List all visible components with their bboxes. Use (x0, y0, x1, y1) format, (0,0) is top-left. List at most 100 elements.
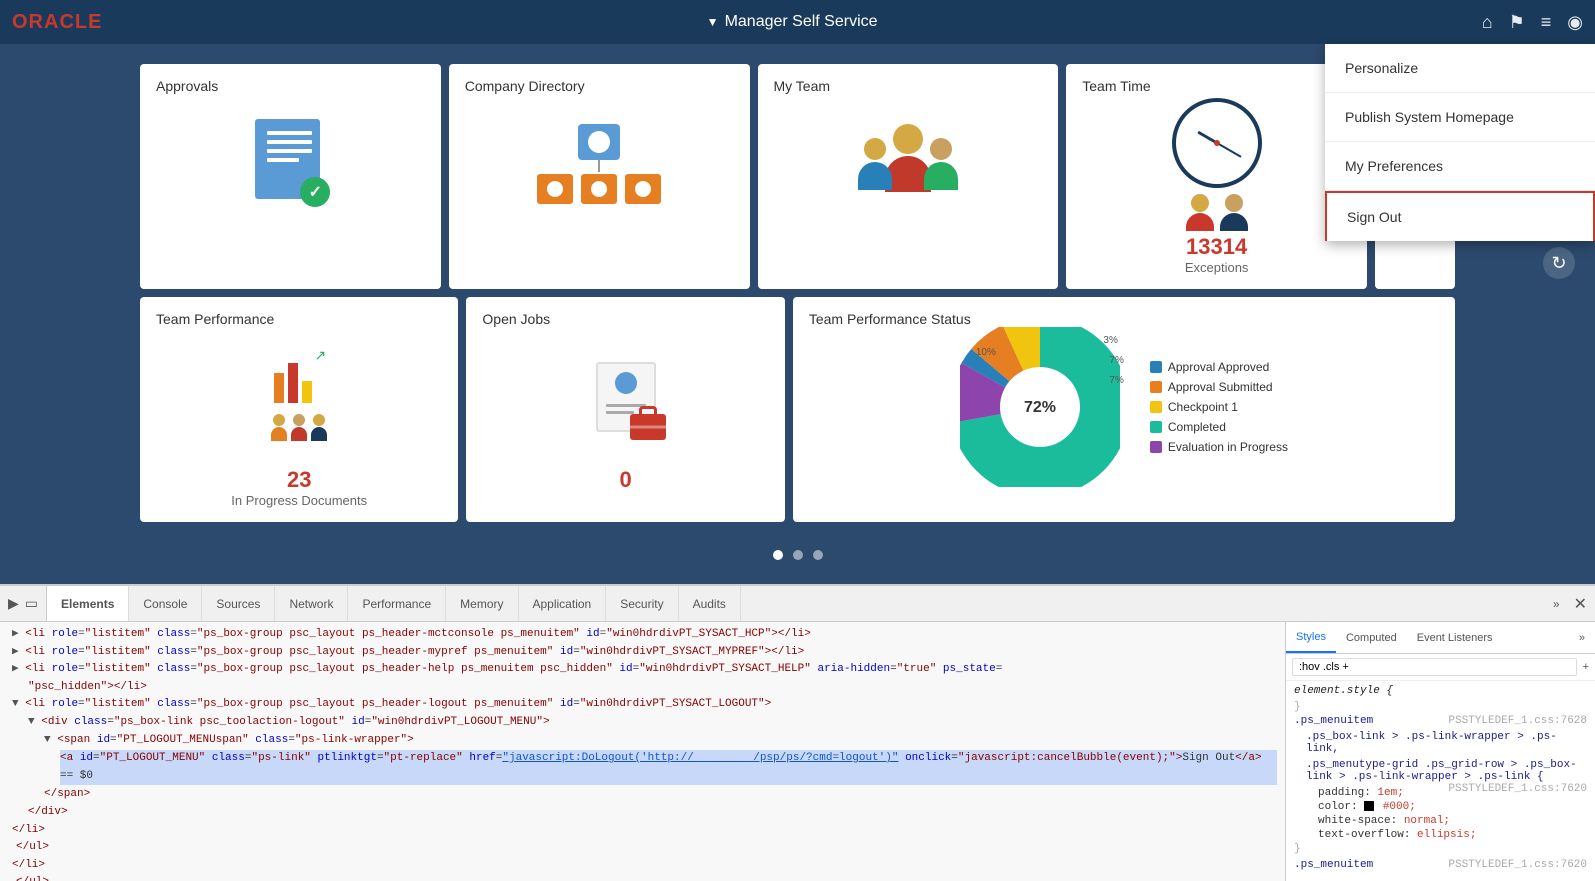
css-rule-ps-menutype: .ps_menutype-grid .ps_grid-row > .ps_box… (1294, 759, 1587, 783)
code-line-3: ▶ <li role="listitem" class="ps_box-grou… (12, 661, 1277, 679)
tiles-row-2: Team Performance ↗ (140, 297, 1455, 522)
devtools-body: ▶ <li role="listitem" class="ps_box-grou… (0, 622, 1595, 881)
tile-open-jobs-number: 0 (482, 467, 768, 493)
code-line-12: </li> (12, 857, 1277, 875)
title-arrow: ▼ (707, 15, 719, 29)
company-directory-icon (537, 124, 661, 204)
menu-item-my-preferences[interactable]: My Preferences (1325, 142, 1595, 191)
devtools-filter-input[interactable] (1292, 658, 1577, 676)
legend-dot-approval-approved (1150, 361, 1162, 373)
css-rule-element: element.style { (1294, 685, 1587, 697)
tile-team-time-title: Team Time (1082, 78, 1351, 94)
tile-team-performance-status[interactable]: Team Performance Status (793, 297, 1455, 522)
flag-icon[interactable]: ⚑ (1509, 12, 1525, 33)
my-team-icon (858, 124, 958, 204)
devtools-close-btn[interactable]: ✕ (1574, 594, 1587, 614)
devtools-sidebar-tabs: Styles Computed Event Listeners » (1286, 622, 1595, 654)
devtools-sidebar-tab-event-listeners[interactable]: Event Listeners (1407, 622, 1503, 653)
devtools-tab-performance[interactable]: Performance (348, 586, 446, 621)
team-time-icon (1172, 98, 1262, 231)
tile-team-performance[interactable]: Team Performance ↗ (140, 297, 458, 522)
code-line-13: </ul> (16, 874, 1277, 881)
refresh-button[interactable]: ↻ (1543, 247, 1575, 279)
home-icon[interactable]: ⌂ (1482, 12, 1493, 33)
dot-1[interactable] (773, 550, 783, 560)
menu-item-sign-out[interactable]: Sign Out (1325, 191, 1595, 241)
devtools-tab-application[interactable]: Application (519, 586, 607, 621)
user-icon[interactable]: ◉ (1567, 12, 1583, 33)
pie-chart-area: 72% 3% 7% 7% 10% Approval Approved (809, 337, 1439, 477)
team-performance-icon: ↗ (270, 353, 328, 442)
tile-team-performance-sub: In Progress Documents (156, 493, 442, 508)
dropdown-menu: Personalize Publish System Homepage My P… (1325, 44, 1595, 241)
tile-team-time-number: 13314 (1082, 234, 1351, 260)
css-file-link-1[interactable]: PSSTYLEDEF_1.css:7628 (1448, 715, 1587, 727)
devtools-styles-body[interactable]: element.style { } .ps_menuitem PSSTYLEDE… (1286, 681, 1595, 881)
code-line-4: ▼ <li role="listitem" class="ps_box-grou… (12, 696, 1277, 714)
devtools-close-area: » ✕ (1545, 594, 1595, 614)
css-file-link-2[interactable]: PSSTYLEDEF_1.css:7620 (1448, 783, 1587, 795)
css-file-link-3[interactable]: PSSTYLEDEF_1.css:7620 (1448, 859, 1587, 871)
devtools-filter-row: + (1286, 654, 1595, 681)
tile-open-jobs-icon-area (482, 337, 768, 457)
legend-item-checkpoint1: Checkpoint 1 (1150, 400, 1288, 414)
oracle-logo: ORACLE (12, 11, 102, 34)
devtools-sidebar-tab-more[interactable]: » (1569, 622, 1595, 653)
devtools-select-btn[interactable]: ▶ (8, 595, 19, 612)
devtools-styles-sidebar: Styles Computed Event Listeners » + elem… (1285, 622, 1595, 881)
svg-text:72%: 72% (1024, 399, 1056, 416)
code-line-11: </ul> (16, 839, 1277, 857)
css-prop-color: color: #000; (1294, 801, 1587, 813)
tile-my-team[interactable]: My Team (758, 64, 1059, 289)
legend-item-approval-submitted: Approval Submitted (1150, 380, 1288, 394)
css-rule-ps-menuitem-2: .ps_menuitem PSSTYLEDEF_1.css:7620 (1294, 859, 1587, 871)
dots-navigation (140, 530, 1455, 580)
devtools-more-btn[interactable]: » (1553, 597, 1560, 611)
tile-approvals[interactable]: Approvals ✓ (140, 64, 441, 289)
title-text: Manager Self Service (725, 13, 878, 31)
devtools-sidebar-tab-styles[interactable]: Styles (1286, 622, 1336, 653)
header: ORACLE ▼ Manager Self Service ⌂ ⚑ ≡ ◉ Pe… (0, 0, 1595, 44)
devtools-tab-elements[interactable]: Elements (47, 586, 129, 621)
menu-item-personalize[interactable]: Personalize (1325, 44, 1595, 93)
css-rule-ps-box-link: .ps_box-link > .ps-link-wrapper > .ps-li… (1294, 731, 1587, 755)
code-line-7-highlighted: <a id="PT_LOGOUT_MENU" class="ps-link" p… (60, 750, 1277, 785)
pie-chart-legend: Approval Approved Approval Submitted Che… (1150, 360, 1288, 454)
devtools-tab-sources[interactable]: Sources (202, 586, 275, 621)
devtools-sidebar-tab-computed[interactable]: Computed (1336, 622, 1407, 653)
menu-icon[interactable]: ≡ (1541, 12, 1552, 33)
devtools-elements-panel[interactable]: ▶ <li role="listitem" class="ps_box-grou… (0, 622, 1285, 881)
devtools-tab-security[interactable]: Security (606, 586, 678, 621)
dot-2[interactable] (793, 550, 803, 560)
tile-team-performance-number: 23 (156, 467, 442, 493)
devtools-tab-network[interactable]: Network (275, 586, 348, 621)
css-rule-close2: } (1294, 843, 1587, 855)
devtools-tab-console[interactable]: Console (129, 586, 202, 621)
dot-3[interactable] (813, 550, 823, 560)
css-rule-ps-menuitem: .ps_menuitem PSSTYLEDEF_1.css:7628 (1294, 715, 1587, 727)
legend-label-approval-approved: Approval Approved (1168, 360, 1269, 374)
color-swatch (1364, 801, 1374, 811)
app-title: ▼ Manager Self Service (707, 13, 878, 31)
legend-label-completed: Completed (1168, 420, 1226, 434)
tile-approvals-icon-area: ✓ (156, 104, 425, 224)
devtools-tab-memory[interactable]: Memory (446, 586, 518, 621)
legend-label-approval-submitted: Approval Submitted (1168, 380, 1273, 394)
tile-company-directory[interactable]: Company Directory (449, 64, 750, 289)
tile-company-directory-icon-area (465, 104, 734, 224)
devtools-tab-audits[interactable]: Audits (679, 586, 741, 621)
open-jobs-icon (596, 362, 656, 432)
legend-dot-approval-submitted (1150, 381, 1162, 393)
menu-item-publish-homepage[interactable]: Publish System Homepage (1325, 93, 1595, 142)
legend-dot-checkpoint1 (1150, 401, 1162, 413)
devtools-device-btn[interactable]: ▭ (25, 595, 38, 612)
tiles-row-1: Approvals ✓ Company Directory (140, 64, 1455, 289)
devtools-filter-label: + (1583, 661, 1589, 673)
tile-team-time[interactable]: Team Time (1066, 64, 1367, 289)
legend-dot-completed (1150, 421, 1162, 433)
tile-open-jobs[interactable]: Open Jobs 0 (466, 297, 784, 522)
tile-approvals-title: Approvals (156, 78, 425, 94)
tile-company-directory-title: Company Directory (465, 78, 734, 94)
code-line-3b: "psc_hidden"></li> (28, 679, 1277, 697)
css-rule-close1: } (1294, 701, 1587, 713)
